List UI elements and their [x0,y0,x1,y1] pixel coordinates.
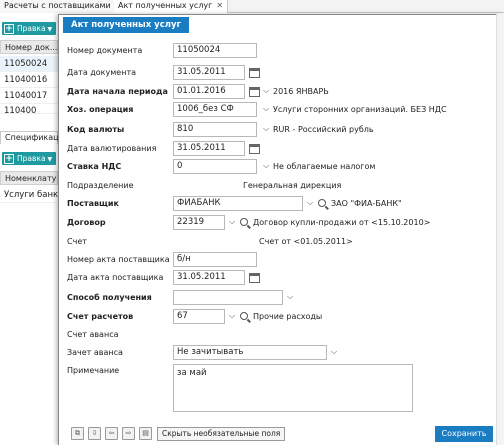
doc-number-field[interactable]: 11050024 [173,43,257,58]
note-textarea[interactable]: за май [173,364,413,412]
department-info: Генеральная дирекция [243,181,342,190]
vertical-scrollbar[interactable] [496,14,504,445]
close-icon[interactable]: ✕ [216,1,223,10]
receipt-method-label: Способ получения [67,293,152,302]
currency-code-field[interactable]: 810 [173,122,257,137]
table-row[interactable]: Услуги банка... [0,187,58,203]
vat-rate-label: Ставка НДС [67,162,122,171]
cell-nomenclature: Услуги банка... [4,190,58,200]
edit-menu-button[interactable]: + Правка ▼ [2,22,57,35]
table-row[interactable]: 11040017 [0,88,58,104]
chevron-down-icon[interactable]: ⌵ [307,195,313,210]
operation-field[interactable]: 1006_без СФ [173,102,257,117]
copy-icon[interactable]: ⧉ [71,427,84,440]
chevron-down-icon[interactable]: ⌵ [263,158,269,173]
valuation-date-label: Дата валютирования [67,144,157,153]
invoice-info: Счет от <01.05.2011> [259,237,353,246]
calendar-icon[interactable] [249,273,260,283]
operation-label: Хоз. операция [67,105,134,114]
doc-date-field[interactable]: 31.05.2011 [173,65,245,80]
search-icon[interactable] [240,312,248,320]
move-right-icon[interactable]: ⇨ [122,427,135,440]
calendar-icon[interactable] [249,144,260,154]
chevron-down-icon: ▼ [47,156,53,163]
cell-doc-number: 11040017 [4,91,48,101]
column-header-doc-number[interactable]: Номер док... [0,40,58,54]
vat-rate-info: Не облагаемые налогом [273,162,376,171]
plus-icon: + [4,24,14,34]
move-left-icon[interactable]: ⇦ [105,427,118,440]
settlement-account-label: Счет расчетов [67,312,134,321]
contract-info: Договор купли-продажи от <15.10.2010> [253,218,431,227]
supplier-act-number-label: Номер акта поставщика [67,255,170,264]
tab-specification[interactable]: Спецификаци... [0,131,71,144]
table-row[interactable]: 11040016 [0,72,58,88]
advance-offset-label: Зачет аванса [67,348,123,357]
supplier-field[interactable]: ФИАБАНК [173,196,303,211]
supplier-act-date-label: Дата акта поставщика [67,273,164,282]
receipt-method-field[interactable] [173,290,283,305]
cell-doc-number: 110400 [4,106,37,114]
department-label: Подразделение [67,181,134,190]
download-icon[interactable]: ⇩ [88,427,101,440]
valuation-date-field[interactable]: 31.05.2011 [173,141,245,156]
table-row[interactable]: 11050024 [0,56,58,72]
services-act-dialog: Акт полученных услуг Номер документа 110… [58,14,504,445]
chevron-down-icon[interactable]: ⌵ [229,214,235,229]
advance-account-label: Счет аванса [67,330,119,339]
note-label: Примечание [67,366,120,375]
search-icon[interactable] [240,218,248,226]
calendar-icon[interactable] [249,87,260,97]
period-start-info: 2016 ЯНВАРЬ [273,87,329,96]
operation-info: Услуги сторонних организаций. БЕЗ НДС [273,105,447,114]
edit-label: Правка [17,24,46,33]
cell-doc-number: 11050024 [4,59,48,69]
cell-doc-number: 11040016 [4,75,48,85]
currency-code-label: Код валюты [67,125,125,134]
settlement-account-field[interactable]: 67 [173,309,225,324]
contract-field[interactable]: 22319 [173,215,225,230]
edit-menu-button-2[interactable]: + Правка ▼ [2,152,57,165]
currency-code-info: RUR - Российский рубль [273,125,374,134]
plus-icon: + [4,154,14,164]
tab-supplier-settlements[interactable]: Расчеты с поставщиками [0,0,116,13]
search-icon[interactable] [318,199,326,207]
supplier-info: ЗАО "ФИА-БАНК" [331,199,402,208]
chevron-down-icon[interactable]: ⌵ [263,121,269,136]
supplier-act-date-field[interactable]: 31.05.2011 [173,270,245,285]
chevron-down-icon[interactable]: ⌵ [331,344,337,359]
doc-date-label: Дата документа [67,68,136,77]
edit-label: Правка [17,154,46,163]
period-start-field[interactable]: 01.01.2016 [173,84,245,99]
doc-number-label: Номер документа [67,46,143,55]
dialog-title: Акт полученных услуг [63,17,189,33]
chevron-down-icon: ▼ [47,26,53,33]
save-button[interactable]: Сохранить [435,426,493,442]
table-row[interactable]: 110400 [0,104,58,114]
chevron-down-icon[interactable]: ⌵ [229,308,235,323]
settlement-account-info: Прочие расходы [253,312,323,321]
contract-label: Договор [67,218,106,227]
hide-optional-fields-button[interactable]: Скрыть необязательные поля [157,427,286,441]
column-header-nomenclature[interactable]: Номенклатура [0,171,58,185]
period-start-label: Дата начала периода [67,87,168,96]
tab-label: Акт полученных услуг [118,1,213,10]
invoice-label: Счет [67,237,87,246]
tab-services-act[interactable]: Акт полученных услуг ✕ [114,0,229,13]
column-header-label: Номер док... [5,43,58,52]
supplier-label: Поставщик [67,199,119,208]
tab-label: Расчеты с поставщиками [4,1,111,10]
supplier-act-number-field[interactable]: б/н [173,252,257,267]
chevron-down-icon[interactable]: ⌵ [263,83,269,98]
advance-offset-select[interactable]: Не зачитывать [173,345,327,360]
column-header-label: Номенклатура [5,174,57,183]
calendar-icon[interactable] [249,68,260,78]
vat-rate-field[interactable]: 0 [173,159,257,174]
save-draft-icon[interactable]: ▤ [139,427,152,440]
chevron-down-icon[interactable]: ⌵ [287,289,293,304]
chevron-down-icon[interactable]: ⌵ [263,101,269,116]
